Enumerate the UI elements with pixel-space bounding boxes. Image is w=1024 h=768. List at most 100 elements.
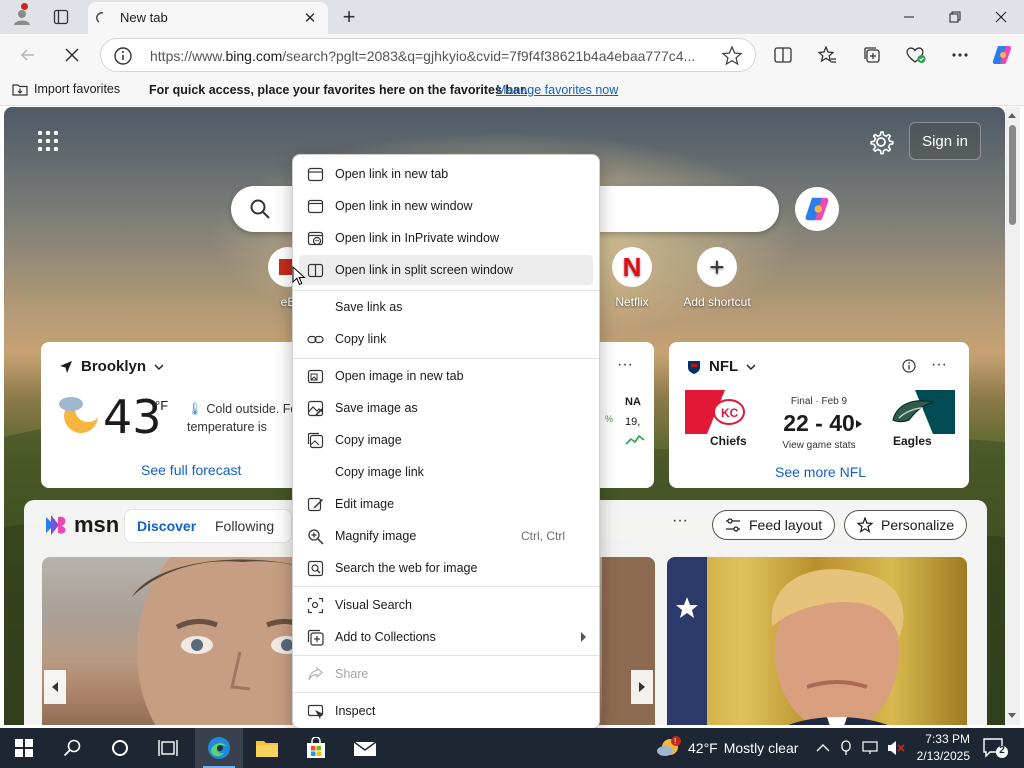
split-screen-button[interactable] <box>767 39 799 71</box>
menu-copy-image[interactable]: Copy image <box>299 425 593 455</box>
minimize-button[interactable] <box>886 0 932 34</box>
address-bar[interactable]: https://www.bing.com/search?pglt=2083&q=… <box>100 38 756 72</box>
tab-actions-button[interactable] <box>48 4 74 30</box>
nfl-more-icon[interactable]: ··· <box>931 356 947 374</box>
favorites-button[interactable] <box>811 39 843 71</box>
tab-close-button[interactable]: ✕ <box>300 8 320 28</box>
import-favorites-button[interactable]: Import favorites <box>12 82 120 96</box>
menu-separator <box>293 290 599 291</box>
settings-more-button[interactable] <box>944 39 976 71</box>
collections-button[interactable] <box>856 39 888 71</box>
back-button[interactable] <box>12 39 44 71</box>
personalize-button[interactable]: Personalize <box>844 510 968 540</box>
nfl-title: NFL <box>709 358 739 375</box>
menu-open-link-new-tab[interactable]: Open link in new tab <box>299 159 593 189</box>
menu-open-link-inprivate[interactable]: Open link in InPrivate window <box>299 223 593 253</box>
restore-button[interactable] <box>932 0 978 34</box>
carousel-next-button[interactable] <box>631 670 653 704</box>
eagles-logo-icon <box>892 390 955 434</box>
feed-more-icon[interactable]: ··· <box>672 512 688 530</box>
tab-following[interactable]: Following <box>215 518 274 534</box>
taskbar-edge-button[interactable] <box>195 728 243 768</box>
notification-center-button[interactable]: 2 <box>982 736 1008 760</box>
window-icon <box>307 199 324 214</box>
weather-card[interactable]: Brooklyn 43 °F 🌡 Cold outside. Fe like t… <box>41 342 331 488</box>
chevron-up-icon[interactable] <box>816 743 830 753</box>
browser-essentials-button[interactable] <box>900 39 932 71</box>
cortana-button[interactable] <box>96 728 144 768</box>
manage-favorites-link[interactable]: Manage favorites now <box>496 83 618 97</box>
close-window-button[interactable] <box>978 0 1024 34</box>
site-info-icon[interactable] <box>113 46 133 66</box>
start-button[interactable] <box>0 728 48 768</box>
search-copilot-button[interactable] <box>795 187 839 231</box>
task-view-button[interactable] <box>144 728 192 768</box>
carousel-prev-button[interactable] <box>44 670 66 704</box>
menu-add-to-collections[interactable]: Add to Collections <box>299 622 593 652</box>
favorite-star-icon[interactable] <box>721 45 743 67</box>
shortcut-add[interactable]: + Add shortcut <box>677 247 757 309</box>
copilot-button[interactable] <box>986 39 1018 71</box>
scrollbar-thumb[interactable] <box>1009 125 1016 225</box>
edge-icon <box>208 737 230 759</box>
heart-pulse-icon <box>906 47 926 63</box>
new-tab-button[interactable]: + <box>336 4 362 30</box>
close-icon <box>995 11 1007 23</box>
taskbar-search-button[interactable] <box>48 728 96 768</box>
taskbar-clock[interactable]: 7:33 PM 2/13/2025 <box>910 731 970 765</box>
shortcut-netflix[interactable]: N Netflix <box>592 247 672 309</box>
menu-save-link-as[interactable]: Save link as <box>299 292 593 322</box>
nfl-card[interactable]: NFL ··· KC Chiefs Final · Feb 9 22 - 40 … <box>669 342 969 488</box>
tab-discover[interactable]: Discover <box>137 518 196 534</box>
weather-location[interactable]: Brooklyn <box>59 358 164 375</box>
menu-copy-link[interactable]: Copy link <box>299 324 593 354</box>
menu-inspect[interactable]: Inspect <box>299 696 593 726</box>
see-more-nfl-link[interactable]: See more NFL <box>775 464 866 480</box>
nfl-shield-icon <box>688 360 700 374</box>
game-score[interactable]: 22 - 40 <box>769 410 869 437</box>
taskbar-file-explorer-button[interactable] <box>243 728 291 768</box>
scroll-down-arrow-icon[interactable] <box>1008 713 1016 718</box>
menu-open-link-new-window[interactable]: Open link in new window <box>299 191 593 221</box>
taskbar-store-button[interactable] <box>292 728 340 768</box>
news-card-image-right[interactable] <box>667 557 967 725</box>
address-url[interactable]: https://www.bing.com/search?pglt=2083&q=… <box>150 48 710 64</box>
network-icon[interactable] <box>862 741 878 755</box>
tab-new-tab[interactable]: New tab ✕ <box>88 2 328 34</box>
clock-time: 7:33 PM <box>925 732 970 746</box>
menu-search-web-for-image[interactable]: Search the web for image <box>299 553 593 583</box>
menu-item-label: Open link in new window <box>335 199 473 213</box>
view-game-stats-link[interactable]: View game stats <box>769 440 869 451</box>
stop-loading-button[interactable] <box>56 39 88 71</box>
favorites-hint: For quick access, place your favorites h… <box>149 83 528 97</box>
menu-magnify-image[interactable]: Magnify image Ctrl, Ctrl <box>299 521 593 551</box>
scroll-up-arrow-icon[interactable] <box>1008 113 1016 118</box>
market-more-icon[interactable]: ··· <box>617 356 633 374</box>
feed-layout-button[interactable]: Feed layout <box>712 510 836 540</box>
taskbar-mail-button[interactable] <box>341 728 389 768</box>
netflix-icon: N <box>612 247 652 287</box>
page-settings-gear-icon[interactable] <box>868 129 894 155</box>
submenu-arrow-icon <box>581 632 586 642</box>
see-full-forecast-link[interactable]: See full forecast <box>141 462 241 478</box>
menu-open-image-new-tab[interactable]: Open image in new tab <box>299 361 593 391</box>
sign-in-button[interactable]: Sign in <box>909 122 981 160</box>
volume-muted-icon[interactable] <box>887 740 905 756</box>
menu-item-label: Edit image <box>335 497 395 511</box>
meet-now-icon[interactable] <box>839 740 853 756</box>
page-scrollbar[interactable] <box>1005 107 1020 725</box>
menu-copy-image-link[interactable]: Copy image link <box>299 457 593 487</box>
chevron-down-icon <box>154 364 164 370</box>
menu-item-label: Open link in split screen window <box>335 263 513 277</box>
msn-logo[interactable]: msn <box>44 512 119 538</box>
menu-separator <box>293 586 599 587</box>
menu-open-link-split-screen[interactable]: Open link in split screen window <box>299 255 593 285</box>
menu-save-image-as[interactable]: Save image as <box>299 393 593 423</box>
menu-edit-image[interactable]: Edit image <box>299 489 593 519</box>
apps-launcher-icon[interactable] <box>38 131 58 151</box>
nfl-header[interactable]: NFL <box>687 358 756 375</box>
menu-visual-search[interactable]: Visual Search <box>299 590 593 620</box>
info-icon[interactable] <box>902 359 916 373</box>
taskbar-weather-widget[interactable]: ! 42°F Mostly clear <box>656 728 798 768</box>
home-team-name: Chiefs <box>710 434 747 448</box>
